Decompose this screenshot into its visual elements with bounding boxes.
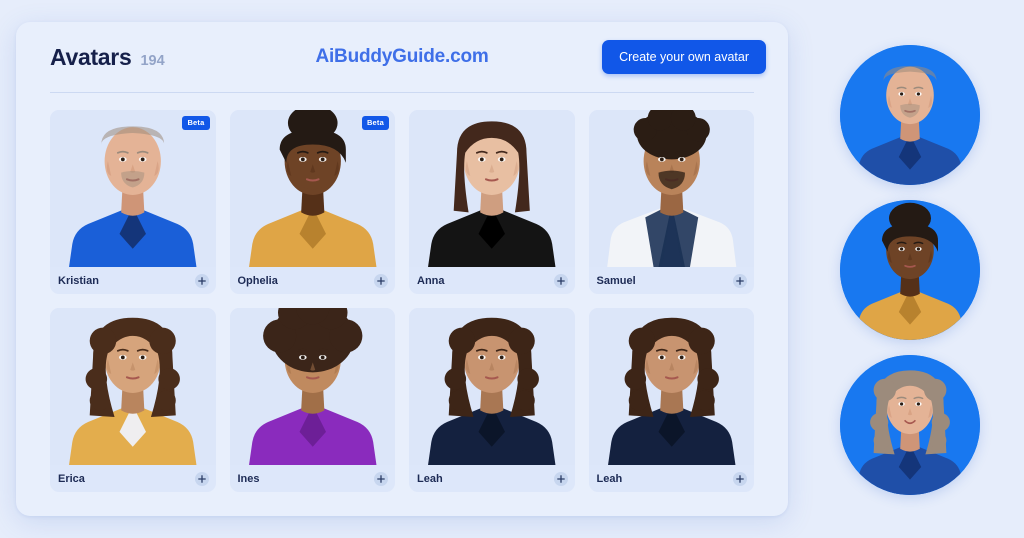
plus-circle-icon[interactable] xyxy=(733,273,747,288)
avatar-portrait xyxy=(50,308,216,465)
avatar-name: Ines xyxy=(237,472,260,485)
beta-badge: Beta xyxy=(182,116,210,130)
avatar-name: Anna xyxy=(417,274,445,287)
avatar-thumbnail[interactable] xyxy=(50,308,216,465)
avatar-portrait xyxy=(50,110,216,267)
avatar-name: Ophelia xyxy=(237,274,278,287)
avatar-card-footer: Leah xyxy=(589,465,755,492)
avatar-portrait xyxy=(229,110,395,267)
circle-avatar-portrait xyxy=(840,45,980,185)
circle-avatar-portrait xyxy=(840,355,980,495)
avatar-card[interactable]: Leah xyxy=(409,308,575,492)
circle-avatar[interactable] xyxy=(840,45,980,185)
avatar-card-footer: Erica xyxy=(50,465,216,492)
avatar-name: Leah xyxy=(596,472,623,485)
avatar-card[interactable]: Beta Ophelia xyxy=(229,110,396,294)
avatar-name: Leah xyxy=(417,472,443,485)
avatar-card-footer: Kristian xyxy=(50,267,216,294)
avatar-card-footer: Samuel xyxy=(589,267,755,294)
circle-avatar[interactable] xyxy=(840,200,980,340)
avatar-thumbnail[interactable]: Beta xyxy=(229,110,395,267)
avatar-portrait xyxy=(409,308,575,465)
avatar-count: 194 xyxy=(140,52,165,69)
avatar-thumbnail[interactable] xyxy=(588,110,754,267)
plus-circle-icon[interactable] xyxy=(553,273,568,288)
plus-circle-icon[interactable] xyxy=(553,471,568,486)
avatar-portrait xyxy=(588,110,754,267)
avatar-name: Kristian xyxy=(58,274,99,287)
avatar-thumbnail[interactable] xyxy=(588,308,754,465)
avatar-card-footer: Leah xyxy=(409,465,575,492)
avatar-thumbnail[interactable]: Beta xyxy=(50,110,216,267)
plus-circle-icon[interactable] xyxy=(374,471,388,486)
avatar-card[interactable]: Ines xyxy=(229,308,396,492)
avatar-name: Erica xyxy=(58,472,85,485)
avatar-portrait xyxy=(588,308,754,465)
plus-circle-icon[interactable] xyxy=(733,471,747,486)
circle-avatar[interactable] xyxy=(840,355,980,495)
avatar-card-footer: Ophelia xyxy=(230,267,396,294)
avatar-name: Samuel xyxy=(596,274,636,287)
avatar-card[interactable]: Samuel xyxy=(588,110,755,294)
title-group: Avatars 194 xyxy=(50,44,165,71)
circle-avatar-portrait xyxy=(840,200,980,340)
avatar-card-footer: Anna xyxy=(409,267,575,294)
avatar-grid: Beta Kristian Beta Ophelia Anna Samuel E… xyxy=(16,93,788,492)
plus-circle-icon[interactable] xyxy=(374,273,388,288)
page-title: Avatars xyxy=(50,43,132,70)
avatar-card[interactable]: Erica xyxy=(50,308,216,492)
avatar-card-footer: Ines xyxy=(230,465,396,492)
avatar-card[interactable]: Beta Kristian xyxy=(50,110,216,294)
avatar-portrait xyxy=(409,110,575,267)
avatars-panel: Avatars 194 AiBuddyGuide.com Create your… xyxy=(16,22,788,516)
panel-header: Avatars 194 AiBuddyGuide.com Create your… xyxy=(16,22,788,92)
plus-circle-icon[interactable] xyxy=(194,471,209,486)
avatar-thumbnail[interactable] xyxy=(409,308,575,465)
plus-circle-icon[interactable] xyxy=(194,273,209,288)
avatar-card[interactable]: Leah xyxy=(588,308,755,492)
create-avatar-button[interactable]: Create your own avatar xyxy=(602,40,766,74)
avatar-card[interactable]: Anna xyxy=(409,110,575,294)
beta-badge: Beta xyxy=(361,116,389,130)
avatar-thumbnail[interactable] xyxy=(409,110,575,267)
circle-avatar-column xyxy=(840,45,985,510)
avatar-thumbnail[interactable] xyxy=(229,308,395,465)
avatar-portrait xyxy=(229,308,395,465)
